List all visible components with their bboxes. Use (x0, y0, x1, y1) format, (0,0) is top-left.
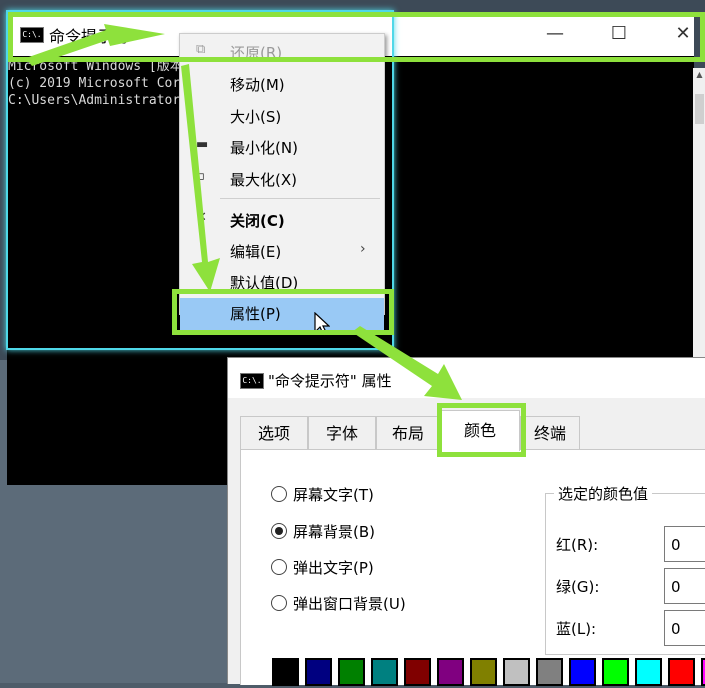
annotation-arrow-title-icon (26, 24, 165, 66)
annotation-arrow-to-colors-tab (352, 326, 462, 400)
annotation-arrows (26, 24, 462, 400)
annotation-arrow-down-menu (181, 64, 220, 292)
